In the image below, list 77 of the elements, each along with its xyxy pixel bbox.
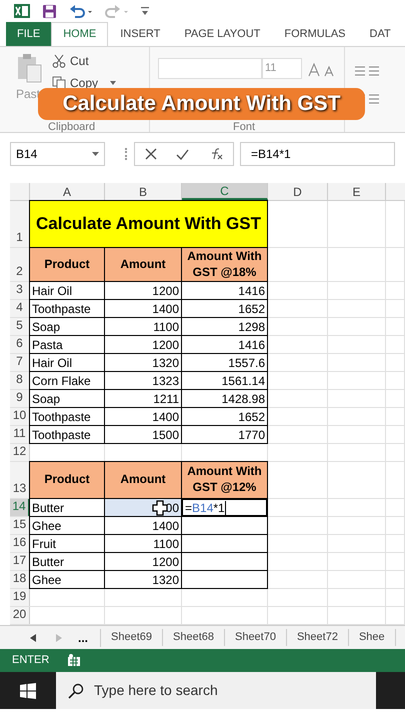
cut-button[interactable]: Cut xyxy=(70,52,89,70)
row-header[interactable]: 17 xyxy=(10,553,30,570)
column-header[interactable]: E xyxy=(328,183,386,200)
sheet-tab[interactable]: Shee xyxy=(348,629,396,646)
row-header[interactable]: 1 xyxy=(10,201,30,247)
excel-logo-icon xyxy=(14,3,30,19)
row-header[interactable]: 14 xyxy=(10,499,30,516)
row-header[interactable]: 18 xyxy=(10,571,30,588)
row-header[interactable]: 3 xyxy=(10,282,30,299)
caret-icon[interactable] xyxy=(92,152,99,156)
status-mode: ENTER xyxy=(12,653,50,668)
ribbon-tab[interactable]: HOME xyxy=(51,22,108,46)
row-header[interactable]: 19 xyxy=(10,589,30,606)
formula-text: = xyxy=(185,500,192,515)
check-icon[interactable] xyxy=(176,148,190,160)
row-header[interactable]: 11 xyxy=(10,426,30,443)
title-cell[interactable]: Calculate Amount With GST xyxy=(29,200,268,248)
windows-start-icon[interactable] xyxy=(20,682,36,698)
row-header[interactable]: 12 xyxy=(10,444,30,461)
cursor-icon xyxy=(152,500,168,516)
ribbon-tab[interactable]: FORMULAS xyxy=(272,22,358,46)
header-cell[interactable]: Product xyxy=(29,461,105,499)
scissors-icon[interactable] xyxy=(52,54,66,68)
row-header[interactable]: 4 xyxy=(10,300,30,317)
font-name-field[interactable] xyxy=(158,58,262,79)
sheet-tab[interactable]: Sheet72 xyxy=(286,629,349,646)
ribbon-tab[interactable]: DAT xyxy=(358,22,403,46)
column-header[interactable]: D xyxy=(268,183,328,200)
search-placeholder: Type here to search xyxy=(94,681,218,700)
table-cell[interactable]: 1770 xyxy=(181,425,268,444)
ribbon-tab[interactable]: PAGE LAYOUT xyxy=(172,22,272,46)
row-header[interactable]: 20 xyxy=(10,607,30,624)
active-cell[interactable]: =B14*1 xyxy=(181,498,268,517)
row-header[interactable]: 16 xyxy=(10,535,30,552)
row-header[interactable]: 13 xyxy=(10,462,30,498)
row-header[interactable]: 2 xyxy=(10,248,30,281)
function-icon[interactable] xyxy=(209,148,224,160)
ribbon-tab[interactable]: INSERT xyxy=(108,22,172,46)
table-cell[interactable] xyxy=(181,570,268,589)
caret-icon[interactable] xyxy=(110,81,116,85)
sheet-tab[interactable]: Sheet69 xyxy=(101,629,163,646)
more-sheets-button[interactable]: ... xyxy=(78,628,102,646)
title-banner: Calculate Amount With GST xyxy=(38,88,365,120)
table-cell[interactable]: Ghee xyxy=(29,570,105,589)
save-icon[interactable] xyxy=(42,4,57,18)
row-header[interactable]: 7 xyxy=(10,354,30,371)
group-label: Font xyxy=(233,120,256,135)
redo-icon xyxy=(105,4,129,18)
row-header[interactable]: 8 xyxy=(10,372,30,389)
customize-icon[interactable] xyxy=(141,6,149,16)
header-cell[interactable]: Product xyxy=(29,247,105,282)
row-header[interactable]: 5 xyxy=(10,318,30,335)
sheet-tab[interactable]: Sheet68 xyxy=(163,629,225,646)
formula-reference: B14 xyxy=(192,500,214,515)
header-cell[interactable]: Amount xyxy=(104,247,182,282)
file-tab[interactable]: FILE xyxy=(6,22,52,46)
cancel-icon[interactable] xyxy=(144,148,157,160)
row-header[interactable]: 9 xyxy=(10,390,30,407)
column-header[interactable]: C xyxy=(182,183,268,200)
table-cell[interactable]: Toothpaste xyxy=(29,425,105,444)
undo-icon[interactable] xyxy=(69,4,93,18)
row-header[interactable]: 6 xyxy=(10,336,30,353)
macro-record-icon[interactable] xyxy=(67,654,82,667)
header-cell[interactable]: Amount xyxy=(104,461,182,499)
cell-reference: B14 xyxy=(16,146,38,163)
header-cell[interactable]: Amount With GST @12% xyxy=(181,461,268,499)
previous-sheet-icon[interactable] xyxy=(30,634,36,642)
group-label: Clipboard xyxy=(48,120,96,135)
header-cell[interactable]: Amount With GST @18% xyxy=(181,247,268,282)
row-header[interactable]: 15 xyxy=(10,517,30,534)
search-icon xyxy=(68,682,84,698)
formula-text: *1 xyxy=(213,500,225,515)
formula-field[interactable]: =B14*1 xyxy=(240,142,395,166)
name-box[interactable]: B14 xyxy=(10,142,105,166)
sheet-tab[interactable]: Sheet70 xyxy=(224,629,287,646)
search-field[interactable]: Type here to search xyxy=(56,672,376,709)
row-header[interactable]: 10 xyxy=(10,408,30,425)
